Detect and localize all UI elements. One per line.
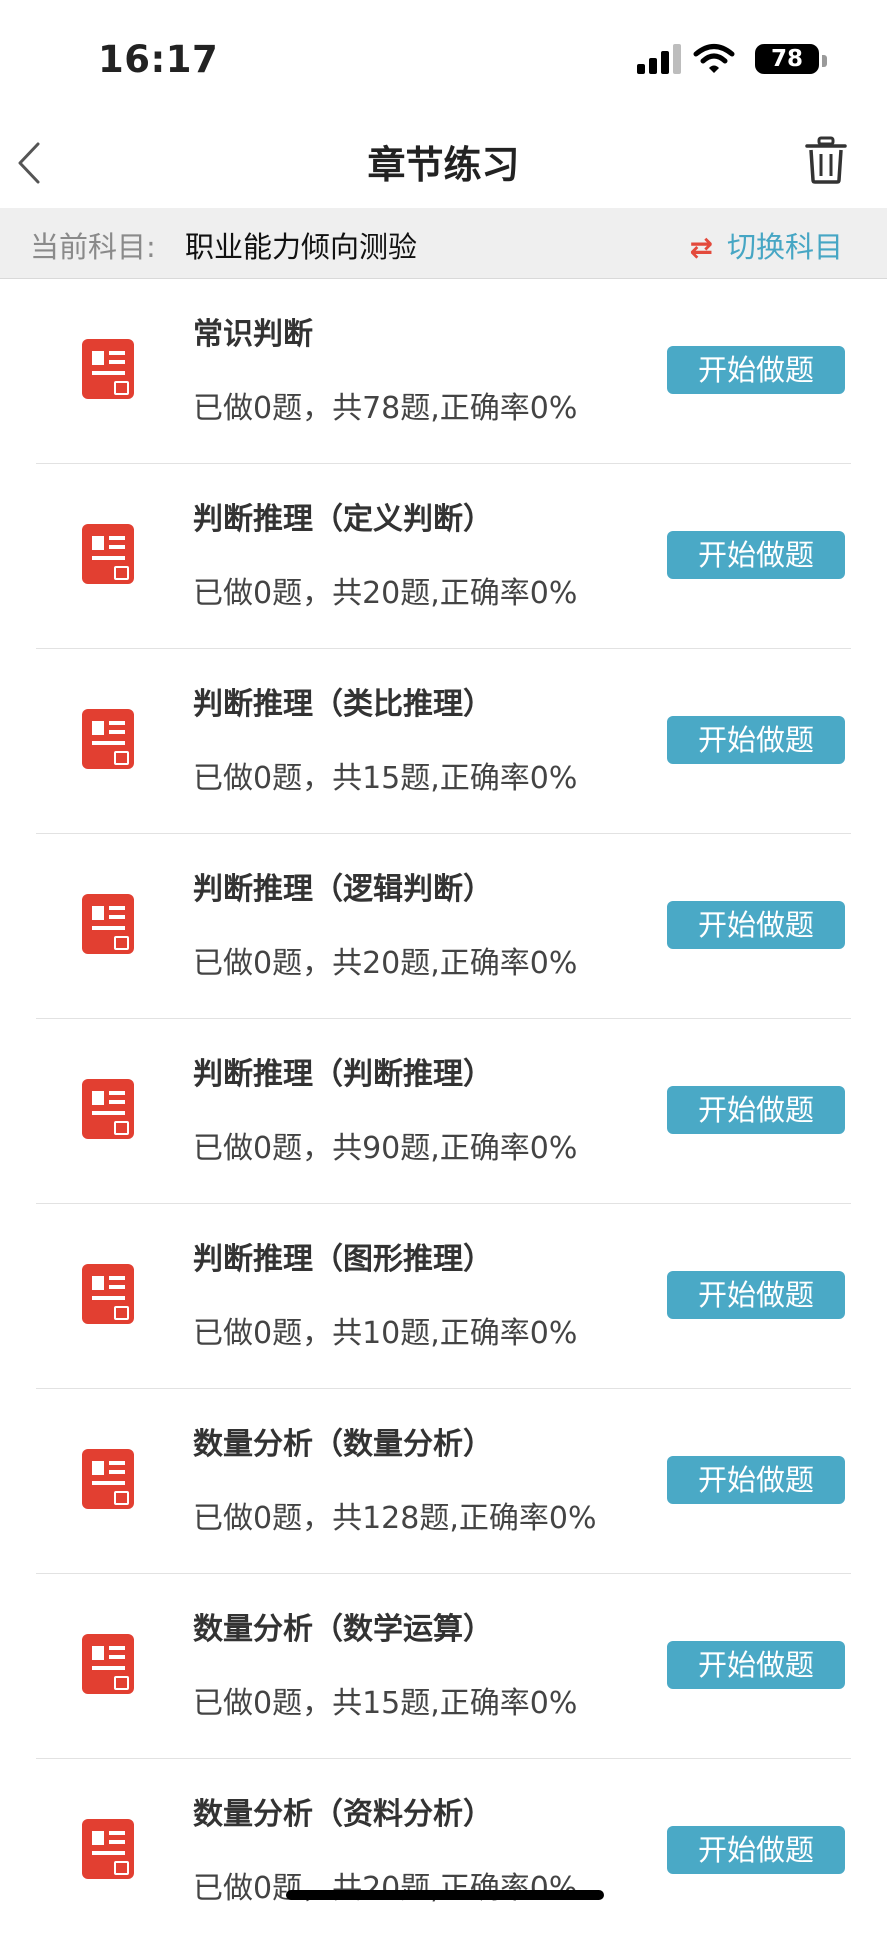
status-time: 16:17 xyxy=(98,38,219,81)
switch-arrows-icon: ⇄ xyxy=(689,231,713,264)
chapter-title: 判断推理（定义判断） xyxy=(193,502,493,537)
list-item[interactable]: 数量分析（资料分析） 已做0题，共20题,正确率0% 开始做题 xyxy=(36,1759,851,1943)
document-icon xyxy=(82,524,134,584)
switch-subject-label: 切换科目 xyxy=(726,230,843,264)
list-item[interactable]: 判断推理（判断推理） 已做0题，共90题,正确率0% 开始做题 xyxy=(36,1019,851,1204)
chapter-title: 判断推理（图形推理） xyxy=(193,1242,493,1277)
battery-cap xyxy=(822,55,827,67)
chapter-stats: 已做0题，共90题,正确率0% xyxy=(193,1131,578,1166)
start-practice-button[interactable]: 开始做题 xyxy=(667,531,845,579)
battery-indicator: 78 xyxy=(755,44,819,74)
list-item[interactable]: 数量分析（数量分析） 已做0题，共128题,正确率0% 开始做题 xyxy=(36,1389,851,1574)
chapter-title: 数量分析（数学运算） xyxy=(193,1612,493,1647)
document-icon xyxy=(82,1819,134,1879)
nav-bar: 章节练习 xyxy=(0,118,887,208)
chapter-title: 数量分析（数量分析） xyxy=(193,1427,493,1462)
start-practice-button[interactable]: 开始做题 xyxy=(667,346,845,394)
start-practice-button[interactable]: 开始做题 xyxy=(667,716,845,764)
start-practice-button[interactable]: 开始做题 xyxy=(667,1271,845,1319)
document-icon xyxy=(82,894,134,954)
chapter-stats: 已做0题，共20题,正确率0% xyxy=(193,576,578,611)
chapter-title: 判断推理（逻辑判断） xyxy=(193,872,493,907)
chapter-stats: 已做0题，共10题,正确率0% xyxy=(193,1316,578,1351)
list-item[interactable]: 常识判断 已做0题，共78题,正确率0% 开始做题 xyxy=(36,279,851,464)
start-practice-button[interactable]: 开始做题 xyxy=(667,1086,845,1134)
start-practice-button[interactable]: 开始做题 xyxy=(667,901,845,949)
wifi-icon xyxy=(693,44,735,73)
chapter-stats: 已做0题，共20题,正确率0% xyxy=(193,1871,578,1906)
chapter-stats: 已做0题，共15题,正确率0% xyxy=(193,1686,578,1721)
chapter-stats: 已做0题，共15题,正确率0% xyxy=(193,761,578,796)
trash-icon[interactable] xyxy=(805,136,847,184)
document-icon xyxy=(82,1634,134,1694)
chapter-stats: 已做0题，共20题,正确率0% xyxy=(193,946,578,981)
chapter-list: 常识判断 已做0题，共78题,正确率0% 开始做题 判断推理（定义判断） 已做0… xyxy=(0,279,887,1943)
chapter-stats: 已做0题，共78题,正确率0% xyxy=(193,391,578,426)
start-practice-button[interactable]: 开始做题 xyxy=(667,1456,845,1504)
status-bar: 16:17 78 xyxy=(0,0,887,118)
chapter-title: 数量分析（资料分析） xyxy=(193,1797,493,1832)
document-icon xyxy=(82,1264,134,1324)
list-item[interactable]: 判断推理（逻辑判断） 已做0题，共20题,正确率0% 开始做题 xyxy=(36,834,851,1019)
start-practice-button[interactable]: 开始做题 xyxy=(667,1641,845,1689)
document-icon xyxy=(82,1079,134,1139)
document-icon xyxy=(82,709,134,769)
subject-bar: 当前科目: 职业能力倾向测验 ⇄ 切换科目 xyxy=(0,208,887,279)
status-icons: 78 xyxy=(607,40,827,80)
switch-subject-button[interactable]: ⇄ 切换科目 xyxy=(690,224,843,266)
list-item[interactable]: 数量分析（数学运算） 已做0题，共15题,正确率0% 开始做题 xyxy=(36,1574,851,1759)
list-item[interactable]: 判断推理（类比推理） 已做0题，共15题,正确率0% 开始做题 xyxy=(36,649,851,834)
start-practice-button[interactable]: 开始做题 xyxy=(667,1826,845,1874)
document-icon xyxy=(82,1449,134,1509)
list-item[interactable]: 判断推理（图形推理） 已做0题，共10题,正确率0% 开始做题 xyxy=(36,1204,851,1389)
subject-value: 职业能力倾向测验 xyxy=(185,230,418,264)
page-title: 章节练习 xyxy=(367,143,520,187)
chapter-title: 判断推理（类比推理） xyxy=(193,687,493,722)
chapter-stats: 已做0题，共128题,正确率0% xyxy=(193,1501,597,1536)
home-indicator[interactable] xyxy=(286,1890,604,1900)
subject-label: 当前科目: xyxy=(30,230,156,264)
chapter-title: 常识判断 xyxy=(193,317,313,352)
list-item[interactable]: 判断推理（定义判断） 已做0题，共20题,正确率0% 开始做题 xyxy=(36,464,851,649)
chapter-title: 判断推理（判断推理） xyxy=(193,1057,493,1092)
document-icon xyxy=(82,339,134,399)
signal-icon xyxy=(637,44,681,74)
